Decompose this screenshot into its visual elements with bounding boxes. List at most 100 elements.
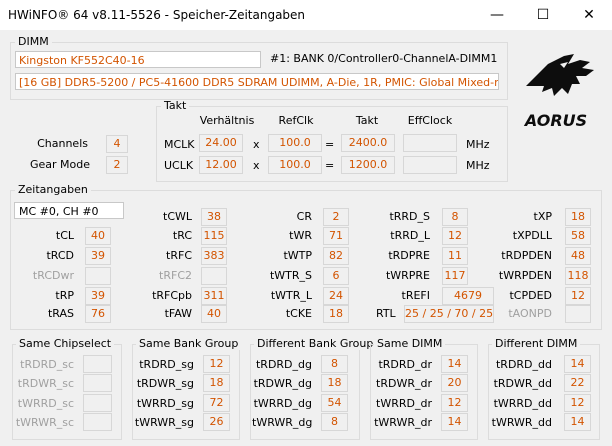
close-button[interactable]: ✕ — [566, 0, 612, 30]
trdwr-dr-value: 20 — [441, 374, 468, 392]
uclk-refclk: 100.0 — [268, 156, 322, 174]
trp-label: tRP — [55, 289, 74, 302]
twrwr-sg-label: tWRWR_sg — [134, 416, 194, 429]
mclk-x: x — [253, 138, 260, 151]
taonpd-label: tAONPD — [508, 307, 552, 320]
uclk-ratio: 12.00 — [199, 156, 243, 174]
twrwr-dg-value: 8 — [321, 413, 348, 431]
tcwl-label: tCWL — [163, 210, 192, 223]
takt-header-effclock: EffClock — [407, 114, 453, 127]
twtr-l-label: tWTR_L — [270, 289, 312, 302]
same-dimm-label: Same DIMM — [374, 338, 446, 350]
gear-mode-value: 2 — [106, 156, 128, 174]
trcd-value: 39 — [85, 247, 111, 265]
twr-value: 71 — [323, 227, 349, 245]
twrpden-value: 118 — [565, 267, 591, 285]
twrrd-dd-value: 12 — [564, 394, 591, 412]
trefi-label: tREFI — [401, 289, 430, 302]
trdpre-label: tRDPRE — [388, 249, 430, 262]
trrd-s-value: 8 — [442, 208, 468, 226]
trc-label: tRC — [172, 229, 192, 242]
trdwr-sg-value: 18 — [203, 374, 230, 392]
takt-header-refclk: RefClk — [278, 114, 314, 127]
uclk-x: x — [253, 159, 260, 172]
trc-value: 115 — [201, 227, 227, 245]
trdwr-sg-label: tRDWR_sg — [136, 377, 194, 390]
mclk-unit: MHz — [466, 138, 490, 151]
uclk-label: UCLK — [164, 159, 194, 172]
twrwr-dr-value: 14 — [441, 413, 468, 431]
channels-value: 4 — [106, 135, 128, 153]
mclk-ratio: 24.00 — [199, 134, 243, 152]
trdpden-value: 48 — [565, 247, 591, 265]
aorus-wordmark: AORUS — [523, 111, 587, 130]
aorus-eagle-icon: AORUS — [523, 54, 594, 130]
trdpden-label: tRDPDEN — [501, 249, 552, 262]
twrrd-sg-value: 72 — [203, 394, 230, 412]
trdwr-dd-value: 22 — [564, 374, 591, 392]
trfc2-label: tRFC2 — [159, 269, 192, 282]
trefi-value: 4679 — [442, 287, 494, 305]
mclk-label: MCLK — [164, 138, 195, 151]
trfc-value: 383 — [201, 247, 227, 265]
trdrd-dg-label: tRDRD_dg — [255, 358, 312, 371]
twrpre-label: tWRPRE — [385, 269, 430, 282]
dimm-slot-label: #1: BANK 0/Controller0-ChannelA-DIMM1 — [270, 52, 498, 65]
window-title: HWiNFO® 64 v8.11-5526 - Speicher-Zeitang… — [8, 8, 306, 22]
twtr-l-value: 24 — [323, 287, 349, 305]
channel-select[interactable]: MC #0, CH #0 — [14, 202, 124, 219]
tcpded-label: tCPDED — [509, 289, 552, 302]
trdwr-dd-label: tRDWR_dd — [493, 377, 552, 390]
tfaw-label: tFAW — [164, 307, 192, 320]
trdrd-dd-label: tRDRD_dd — [495, 358, 552, 371]
twrrd-sc-label: tWRRD_sc — [17, 397, 74, 410]
rtl-value: 25 / 25 / 70 / 25 — [404, 305, 494, 323]
trdpre-value: 11 — [442, 247, 468, 265]
gear-mode-label: Gear Mode — [30, 158, 91, 171]
tcl-label: tCL — [55, 229, 74, 242]
trp-value: 39 — [85, 287, 111, 305]
mclk-refclk: 100.0 — [268, 134, 322, 152]
maximize-button[interactable]: ☐ — [520, 0, 566, 30]
uclk-clock: 1200.0 — [341, 156, 395, 174]
twrrd-sc-value — [83, 394, 112, 412]
dimm-description: [16 GB] DDR5-5200 / PC5-41600 DDR5 SDRAM… — [15, 73, 499, 90]
trdwr-sc-value — [83, 374, 112, 392]
tcke-label: tCKE — [285, 307, 312, 320]
trcd-label: tRCD — [46, 249, 74, 262]
tras-value: 76 — [85, 305, 111, 323]
twtr-s-value: 6 — [323, 267, 349, 285]
minimize-button[interactable]: — — [474, 0, 520, 30]
tcl-value: 40 — [85, 227, 111, 245]
trdrd-sc-value — [83, 355, 112, 373]
different-bank-group-label: Different Bank Group — [254, 338, 377, 350]
trdrd-sg-value: 12 — [203, 355, 230, 373]
uclk-effclock — [403, 156, 457, 174]
trrd-l-value: 12 — [442, 227, 468, 245]
trrd-s-label: tRRD_S — [389, 210, 430, 223]
txp-label: tXP — [533, 210, 552, 223]
trdrd-dr-label: tRDRD_dr — [378, 358, 432, 371]
trfcpb-label: tRFCpb — [152, 289, 192, 302]
trdrd-dg-value: 8 — [321, 355, 348, 373]
trdwr-dr-label: tRDWR_dr — [376, 377, 432, 390]
trcdwr-value — [85, 267, 111, 285]
close-icon: ✕ — [583, 7, 595, 23]
trdwr-sc-label: tRDWR_sc — [17, 377, 74, 390]
cr-label: CR — [296, 210, 312, 223]
twtp-label: tWTP — [283, 249, 312, 262]
takt-group-label: Takt — [161, 100, 190, 112]
mclk-effclock — [403, 134, 457, 152]
twtp-value: 82 — [323, 247, 349, 265]
cr-value: 2 — [323, 208, 349, 226]
dimm-module-select[interactable]: Kingston KF552C40-16 — [15, 51, 261, 68]
twrwr-sc-label: tWRWR_sc — [15, 416, 74, 429]
twrrd-dr-value: 12 — [441, 394, 468, 412]
trfc2-value — [201, 267, 227, 285]
trcdwr-label: tRCDwr — [32, 269, 74, 282]
twr-label: tWR — [289, 229, 312, 242]
txpdll-label: tXPDLL — [512, 229, 552, 242]
tras-label: tRAS — [47, 307, 74, 320]
txp-value: 18 — [565, 208, 591, 226]
twrwr-dd-value: 14 — [564, 413, 591, 431]
